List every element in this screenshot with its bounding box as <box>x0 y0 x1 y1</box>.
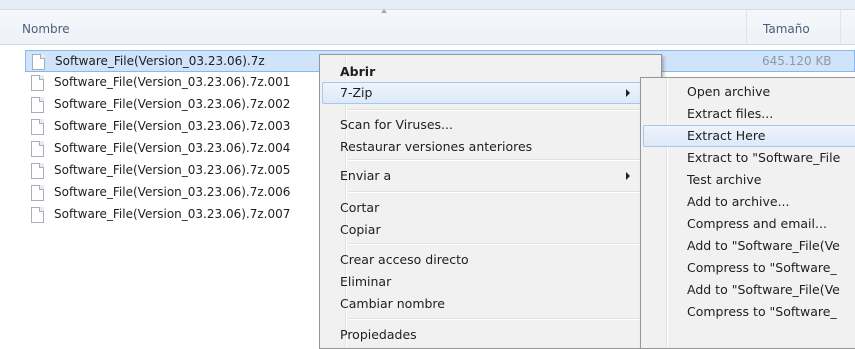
submenu-item-compress-to-zip[interactable]: Compress to "Software_ <box>687 304 837 319</box>
menu-separator <box>348 243 653 245</box>
submenu-arrow-icon <box>626 89 630 97</box>
column-divider[interactable] <box>746 10 747 44</box>
menu-item-copy[interactable]: Copiar <box>340 222 381 237</box>
menu-separator <box>348 159 653 161</box>
submenu-arrow-icon <box>626 172 630 180</box>
file-name: Software_File(Version_03.23.06).7z.007 <box>54 207 291 221</box>
menu-item-rename[interactable]: Cambiar nombre <box>340 296 445 311</box>
sevenzip-submenu: Open archive Extract files... Extract He… <box>640 77 855 349</box>
submenu-item-extract-files[interactable]: Extract files... <box>687 106 773 121</box>
file-name: Software_File(Version_03.23.06).7z <box>55 54 265 68</box>
file-icon <box>31 185 44 201</box>
file-icon <box>32 54 45 70</box>
submenu-item-extract-here[interactable]: Extract Here <box>687 128 765 143</box>
column-header-size[interactable]: Tamaño <box>763 22 810 36</box>
menu-item-7zip[interactable]: 7-Zip <box>340 85 372 100</box>
menu-separator <box>348 191 653 193</box>
submenu-item-add-to-zip[interactable]: Add to "Software_File(Ve <box>687 282 840 297</box>
submenu-item-test-archive[interactable]: Test archive <box>687 172 761 187</box>
submenu-item-compress-email[interactable]: Compress and email... <box>687 216 827 231</box>
submenu-item-extract-to[interactable]: Extract to "Software_File <box>687 150 840 165</box>
submenu-item-add-to-7z[interactable]: Add to "Software_File(Ve <box>687 238 840 253</box>
menu-item-7zip-highlight[interactable] <box>322 82 659 104</box>
toolbar-strip <box>0 0 855 10</box>
file-icon <box>31 75 44 91</box>
file-icon <box>31 141 44 157</box>
menu-item-cut[interactable]: Cortar <box>340 200 379 215</box>
submenu-item-compress-to-7z[interactable]: Compress to "Software_ <box>687 260 837 275</box>
file-size: 645.120 KB <box>762 54 832 68</box>
menu-item-scan[interactable]: Scan for Viruses... <box>340 117 453 132</box>
file-name: Software_File(Version_03.23.06).7z.001 <box>54 75 291 89</box>
file-name: Software_File(Version_03.23.06).7z.002 <box>54 97 291 111</box>
submenu-item-open-archive[interactable]: Open archive <box>687 84 770 99</box>
menu-item-send-to[interactable]: Enviar a <box>340 168 391 183</box>
file-name: Software_File(Version_03.23.06).7z.006 <box>54 185 291 199</box>
menu-item-restore[interactable]: Restaurar versiones anteriores <box>340 139 532 154</box>
file-name: Software_File(Version_03.23.06).7z.005 <box>54 163 291 177</box>
menu-item-delete[interactable]: Eliminar <box>340 274 391 289</box>
menu-item-open[interactable]: Abrir <box>340 64 375 79</box>
context-menu: Abrir 7-Zip Scan for Viruses... Restaura… <box>319 54 662 349</box>
menu-gutter <box>666 78 668 348</box>
menu-separator <box>348 109 653 111</box>
menu-item-create-shortcut[interactable]: Crear acceso directo <box>340 252 469 267</box>
sort-arrow-icon <box>381 9 387 13</box>
menu-item-properties[interactable]: Propiedades <box>340 327 417 342</box>
column-divider[interactable] <box>840 10 841 44</box>
file-icon <box>31 163 44 179</box>
file-icon <box>31 207 44 223</box>
file-name: Software_File(Version_03.23.06).7z.004 <box>54 141 291 155</box>
column-header-bar: Nombre Tamaño <box>0 0 855 45</box>
column-header-name[interactable]: Nombre <box>22 22 70 36</box>
menu-separator <box>348 318 653 320</box>
file-name: Software_File(Version_03.23.06).7z.003 <box>54 119 291 133</box>
submenu-item-add-to-archive[interactable]: Add to archive... <box>687 194 790 209</box>
file-icon <box>31 119 44 135</box>
file-icon <box>31 97 44 113</box>
